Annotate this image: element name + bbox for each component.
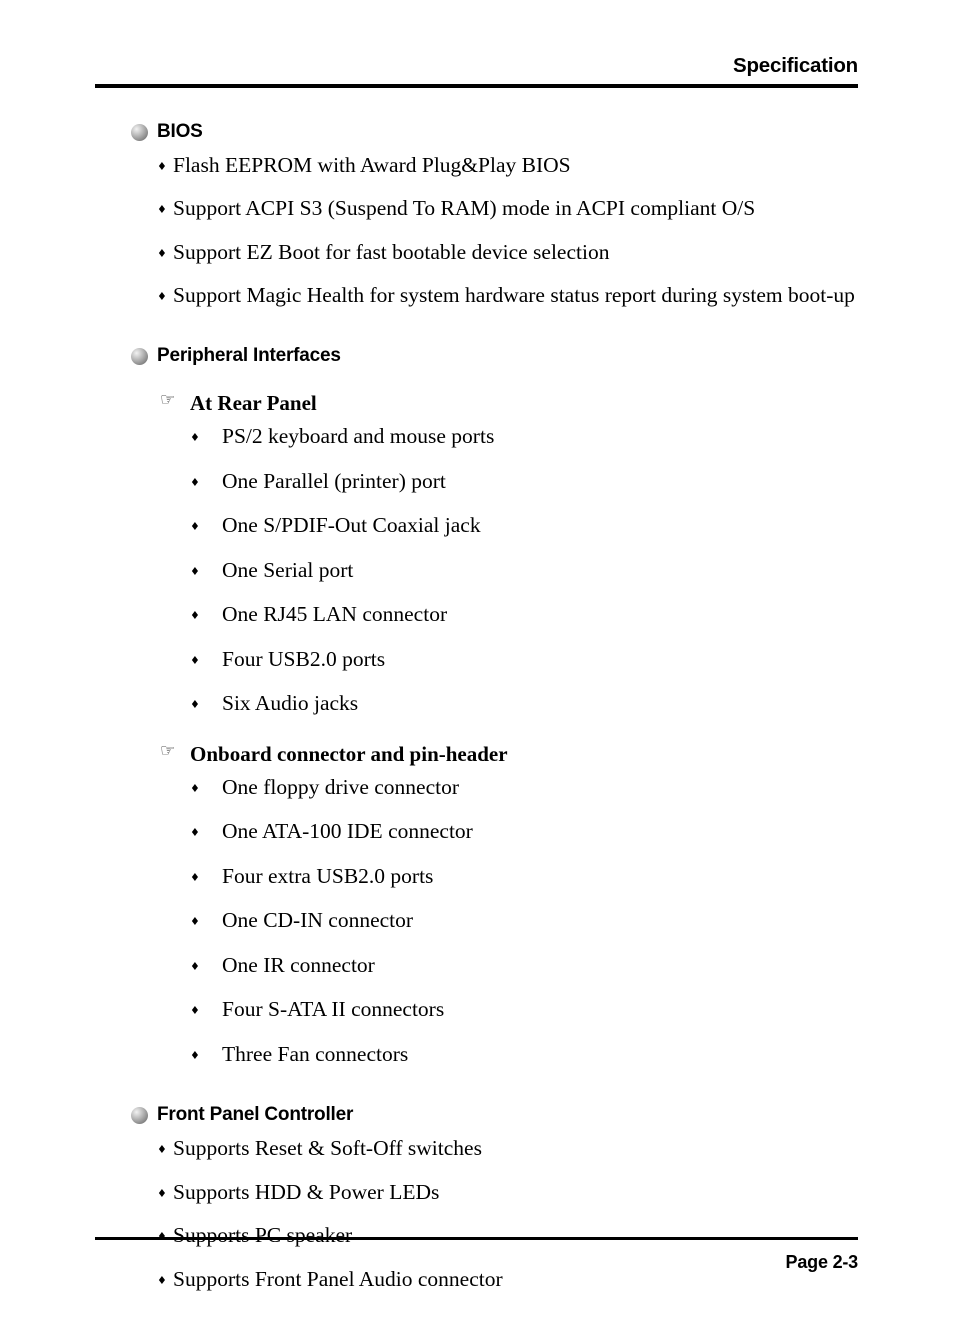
diamond-bullet-icon: ♦ [157, 203, 167, 217]
section-title: Front Panel Controller [157, 1104, 354, 1126]
diamond-bullet-icon: ♦ [157, 159, 167, 173]
list-item: ♦ PS/2 keyboard and mouse ports [190, 423, 870, 451]
diamond-bullet-icon: ♦ [190, 870, 200, 884]
header-title: Specification [733, 54, 858, 77]
onboard-connector-list: ♦ One floppy drive connector ♦ One ATA-1… [190, 774, 870, 1069]
list-item-text: PS/2 keyboard and mouse ports [222, 423, 495, 448]
subsection-heading-onboard-connector: ☞ Onboard connector and pin-header [160, 742, 870, 766]
diamond-bullet-icon: ♦ [190, 1048, 200, 1062]
list-item-text: Support ACPI S3 (Suspend To RAM) mode in… [173, 196, 756, 221]
section-title: Peripheral Interfaces [157, 344, 341, 366]
list-item-text: One RJ45 LAN connector [222, 602, 448, 627]
section-heading-peripheral-interfaces: Peripheral Interfaces [131, 344, 870, 367]
subsection-title: Onboard connector and pin-header [190, 741, 508, 766]
list-item-text: One S/PDIF-Out Coaxial jack [222, 513, 481, 538]
list-item: ♦ One S/PDIF-Out Coaxial jack [190, 512, 870, 540]
header-divider [95, 83, 858, 88]
list-item-text: One floppy drive connector [222, 774, 460, 799]
diamond-bullet-icon: ♦ [190, 520, 200, 534]
list-item-text: Supports HDD & Power LEDs [173, 1179, 440, 1204]
pointing-hand-icon: ☞ [160, 389, 176, 410]
document-page: Specification BIOS ♦ Flash EEPROM with A… [0, 0, 954, 1336]
page-footer: Page 2-3 [95, 1237, 858, 1273]
section-heading-front-panel-controller: Front Panel Controller [131, 1104, 870, 1126]
list-item-text: Four USB2.0 ports [222, 646, 386, 671]
list-item: ♦ Four S-ATA II connectors [190, 996, 870, 1024]
section-heading-bios: BIOS [131, 121, 870, 143]
list-item-text: One Parallel (printer) port [222, 468, 446, 493]
diamond-bullet-icon: ♦ [190, 653, 200, 667]
diamond-bullet-icon: ♦ [157, 1143, 167, 1157]
diamond-bullet-icon: ♦ [190, 609, 200, 623]
list-item: ♦ One floppy drive connector [190, 774, 870, 802]
sphere-bullet-icon [131, 1107, 148, 1125]
diamond-bullet-icon: ♦ [190, 915, 200, 929]
sphere-bullet-icon [131, 347, 148, 365]
diamond-bullet-icon: ♦ [190, 781, 200, 795]
list-item: ♦ Support Magic Health for system hardwa… [157, 282, 870, 310]
list-item: ♦ One Serial port [190, 557, 870, 585]
list-item-text: One Serial port [222, 557, 354, 582]
list-item: ♦ Four extra USB2.0 ports [190, 863, 870, 891]
list-item-text: Flash EEPROM with Award Plug&Play BIOS [173, 152, 571, 177]
diamond-bullet-icon: ♦ [157, 246, 167, 260]
subsection-heading-at-rear-panel: ☞ At Rear Panel [160, 391, 870, 415]
page-content: BIOS ♦ Flash EEPROM with Award Plug&Play… [95, 121, 870, 1309]
list-item: ♦ One RJ45 LAN connector [190, 601, 870, 629]
page-number: Page 2-3 [785, 1252, 859, 1272]
bios-list: ♦ Flash EEPROM with Award Plug&Play BIOS… [157, 152, 870, 310]
list-item: ♦ Support EZ Boot for fast bootable devi… [157, 239, 870, 267]
list-item-text: One CD-IN connector [222, 908, 414, 933]
page-header: Specification [95, 54, 858, 88]
list-item: ♦ Six Audio jacks [190, 690, 870, 718]
diamond-bullet-icon: ♦ [190, 564, 200, 578]
list-item-text: Support EZ Boot for fast bootable device… [173, 239, 610, 264]
list-item: ♦ One CD-IN connector [190, 907, 870, 935]
list-item: ♦ Support ACPI S3 (Suspend To RAM) mode … [157, 195, 870, 223]
list-item-text: Four extra USB2.0 ports [222, 863, 434, 888]
rear-panel-list: ♦ PS/2 keyboard and mouse ports ♦ One Pa… [190, 423, 870, 718]
diamond-bullet-icon: ♦ [190, 430, 200, 444]
diamond-bullet-icon: ♦ [157, 1186, 167, 1200]
list-item: ♦ Four USB2.0 ports [190, 646, 870, 674]
diamond-bullet-icon: ♦ [190, 698, 200, 712]
pointing-hand-icon: ☞ [160, 740, 176, 761]
section-peripheral-interfaces: Peripheral Interfaces ☞ At Rear Panel ♦ … [95, 344, 870, 1069]
list-item: ♦ One ATA-100 IDE connector [190, 818, 870, 846]
list-item: ♦ Three Fan connectors [190, 1041, 870, 1069]
list-item-text: Four S-ATA II connectors [222, 997, 445, 1022]
list-item-text: Three Fan connectors [222, 1041, 409, 1066]
list-item-text: Support Magic Health for system hardware… [173, 283, 855, 308]
diamond-bullet-icon: ♦ [190, 959, 200, 973]
diamond-bullet-icon: ♦ [157, 1273, 167, 1287]
list-item: ♦ One Parallel (printer) port [190, 468, 870, 496]
section-bios: BIOS ♦ Flash EEPROM with Award Plug&Play… [95, 121, 870, 310]
diamond-bullet-icon: ♦ [190, 475, 200, 489]
list-item-text: Six Audio jacks [222, 691, 359, 716]
list-item: ♦ Supports Reset & Soft-Off switches [157, 1135, 870, 1163]
list-item-text: One ATA-100 IDE connector [222, 819, 473, 844]
footer-divider [95, 1237, 858, 1240]
list-item-text: Supports Reset & Soft-Off switches [173, 1136, 482, 1161]
diamond-bullet-icon: ♦ [190, 826, 200, 840]
list-item: ♦ Supports HDD & Power LEDs [157, 1179, 870, 1207]
subsection-title: At Rear Panel [190, 390, 317, 415]
section-title: BIOS [157, 121, 203, 142]
list-item: ♦ One IR connector [190, 952, 870, 980]
list-item-text: One IR connector [222, 952, 375, 977]
sphere-bullet-icon [131, 123, 148, 141]
diamond-bullet-icon: ♦ [157, 290, 167, 304]
list-item: ♦ Flash EEPROM with Award Plug&Play BIOS [157, 152, 870, 180]
diamond-bullet-icon: ♦ [190, 1004, 200, 1018]
